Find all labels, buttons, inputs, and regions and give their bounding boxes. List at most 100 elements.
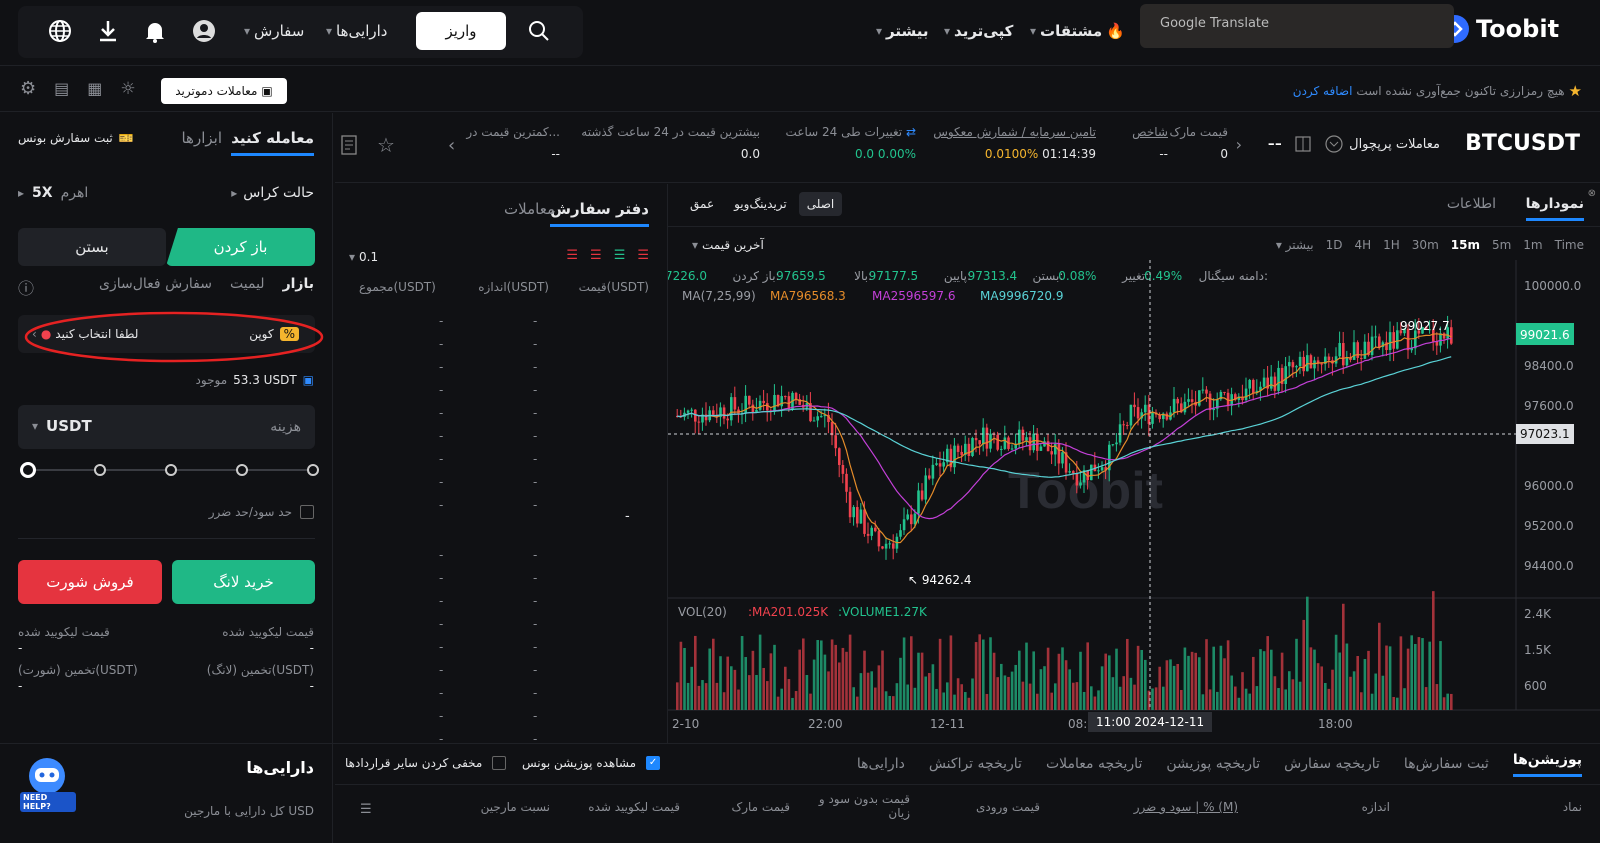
timeframe-15m[interactable]: 15m: [1451, 238, 1480, 252]
nav-more[interactable]: ▾ بیشتر: [876, 22, 929, 40]
tab-orderbook[interactable]: دفتر سفارش: [550, 200, 649, 227]
candle: [1183, 401, 1187, 413]
close-tab[interactable]: بستن: [18, 228, 166, 266]
view-main[interactable]: اصلی: [798, 192, 843, 216]
book-cell: -: [533, 617, 538, 631]
tab-trade[interactable]: معامله کنید: [231, 129, 314, 156]
nav-assets[interactable]: ▾ دارایی‌ها: [326, 22, 387, 40]
settings-icon[interactable]: ⚙: [20, 78, 36, 99]
timeframe-1D[interactable]: 1D: [1326, 238, 1343, 252]
volume-bar: [769, 653, 773, 710]
google-translate-widget[interactable]: Google Translate: [1140, 4, 1454, 48]
show-bonus-positions[interactable]: مشاهده پوزیشن بونس ✓: [522, 756, 661, 770]
precision-select[interactable]: ▾ 0.1: [349, 250, 378, 264]
timeframe-more[interactable]: بیشتر ▾: [1276, 238, 1314, 252]
tab-tools[interactable]: ابزارها: [181, 129, 222, 147]
deposit-button[interactable]: واریز: [416, 12, 506, 50]
timeframe-Time[interactable]: Time: [1555, 238, 1584, 252]
tab-bottom-3[interactable]: تاریخچه پوزیشن: [1166, 756, 1260, 772]
book-view-icon[interactable]: ☰: [566, 248, 578, 263]
tpsl-toggle[interactable]: حد سود/حد ضرر: [209, 505, 314, 519]
timeframe-1m[interactable]: 1m: [1523, 238, 1542, 252]
nav-copytrade[interactable]: ▾ کپی‌ترید: [944, 22, 1013, 40]
dropdown-circle-icon[interactable]: [1325, 135, 1343, 157]
tab-trades[interactable]: معاملات: [504, 200, 555, 218]
view-depth[interactable]: عمق: [682, 192, 722, 216]
checkbox[interactable]: [300, 505, 314, 519]
order-type-limit[interactable]: لیمیت: [230, 276, 265, 292]
download-icon[interactable]: [97, 19, 119, 47]
notepad-icon[interactable]: ▤: [54, 79, 69, 98]
volume-bar: [946, 682, 949, 710]
timeframe-30m[interactable]: 30m: [1412, 238, 1439, 252]
bell-icon[interactable]: [144, 19, 166, 47]
book-view-icon[interactable]: ☰: [614, 248, 626, 263]
theme-sun-icon[interactable]: ☼: [120, 79, 135, 99]
slider-handle[interactable]: [20, 462, 36, 478]
mid-price: -: [625, 509, 630, 524]
hide-other-contracts[interactable]: مخفی کردن سایر قراردادها: [345, 756, 507, 770]
user-icon[interactable]: [192, 19, 216, 47]
volume-bar: [1172, 665, 1176, 710]
sell-short-button[interactable]: فروش شورت: [18, 560, 162, 604]
volume-bar: [1021, 681, 1025, 710]
help-bot-icon[interactable]: NEED HELP?: [18, 750, 76, 812]
symbol[interactable]: BTCUSDT: [1465, 131, 1580, 156]
nav-derivatives[interactable]: ▾ مشتقات 🔥: [1030, 22, 1125, 40]
margin-mode[interactable]: ▸ حالت کراس: [231, 185, 314, 201]
favorite-star-icon[interactable]: ☆: [377, 133, 395, 157]
tab-bottom-2[interactable]: تاریخچه سفارش: [1284, 756, 1380, 772]
timeframe-1H[interactable]: 1H: [1383, 238, 1400, 252]
candle: [1075, 473, 1079, 486]
book-view-icon[interactable]: ☰: [590, 248, 602, 263]
calculator-icon[interactable]: ▦: [87, 79, 102, 98]
tab-info[interactable]: اطلاعات: [1447, 196, 1496, 212]
scroll-right-icon[interactable]: ›: [1236, 135, 1242, 154]
view-tradingview[interactable]: تریدینگ‌ویو: [726, 192, 795, 216]
globe-icon[interactable]: [48, 19, 72, 47]
open-tab[interactable]: باز کردن: [166, 228, 315, 266]
demo-trade-button[interactable]: معاملات دموترید ▣: [161, 78, 287, 104]
refresh-icon[interactable]: ⇄: [906, 125, 916, 139]
tab-charts[interactable]: نمودارها: [1525, 196, 1584, 221]
checkbox[interactable]: [492, 756, 507, 770]
info-icon[interactable]: ⓘ: [18, 275, 34, 299]
tab-bottom-5[interactable]: تاریخچه تراکنش: [929, 756, 1022, 772]
tab-bottom-6[interactable]: دارایی‌ها: [857, 756, 905, 772]
add-link[interactable]: اضافه کردن: [1293, 84, 1353, 98]
order-type-market[interactable]: بازار: [283, 276, 314, 292]
slider-stop[interactable]: [94, 464, 106, 476]
tab-bottom-0[interactable]: پوزیشن‌ها: [1512, 752, 1582, 777]
book-cell: -: [533, 452, 538, 466]
close-icon[interactable]: ⊗: [1588, 188, 1596, 199]
timeframe-5m[interactable]: 5m: [1492, 238, 1511, 252]
timeframe-4H[interactable]: 4H: [1354, 238, 1371, 252]
search-icon[interactable]: [527, 19, 551, 47]
bonus-order[interactable]: ثبت سفارش بونس 🎫: [18, 131, 134, 145]
cost-unit-select[interactable]: USDT: [46, 417, 92, 435]
price-type-select[interactable]: ▾ آخرین قیمت: [692, 238, 764, 252]
filter-icon[interactable]: ☰: [360, 802, 372, 817]
notes-icon[interactable]: [341, 135, 357, 159]
slider-stop[interactable]: [307, 464, 319, 476]
leverage[interactable]: ▸ 5X اهرم: [18, 185, 88, 201]
buy-long-button[interactable]: خرید لانگ: [172, 560, 315, 604]
volume-bar: [913, 687, 917, 710]
tab-bottom-1[interactable]: ثبت سفارش‌ها: [1404, 756, 1489, 772]
volume-bar: [1356, 656, 1359, 710]
order-type-conditional[interactable]: سفارش فعال‌سازی: [99, 276, 212, 292]
nav-order[interactable]: ▾ سفارش: [244, 22, 304, 40]
book-icon[interactable]: [1294, 135, 1312, 157]
slider-stop[interactable]: [236, 464, 248, 476]
candle: [931, 464, 935, 479]
tab-bottom-4[interactable]: تاریخچه معاملات: [1046, 756, 1142, 772]
scroll-left-icon[interactable]: ‹: [448, 135, 455, 156]
time-tick: 18:00: [1318, 717, 1353, 731]
volume-bar: [964, 692, 967, 710]
cost-input[interactable]: هزینه ▾ USDT: [18, 405, 315, 449]
logo[interactable]: Toobit: [1440, 14, 1559, 44]
book-view-icon[interactable]: ☰: [637, 248, 649, 263]
candlestick-chart[interactable]: 100000.0 98400.0 97600.0 96000.0 95200.0 9440…: [668, 260, 1600, 743]
checkbox-checked[interactable]: ✓: [646, 756, 661, 770]
slider-stop[interactable]: [165, 464, 177, 476]
